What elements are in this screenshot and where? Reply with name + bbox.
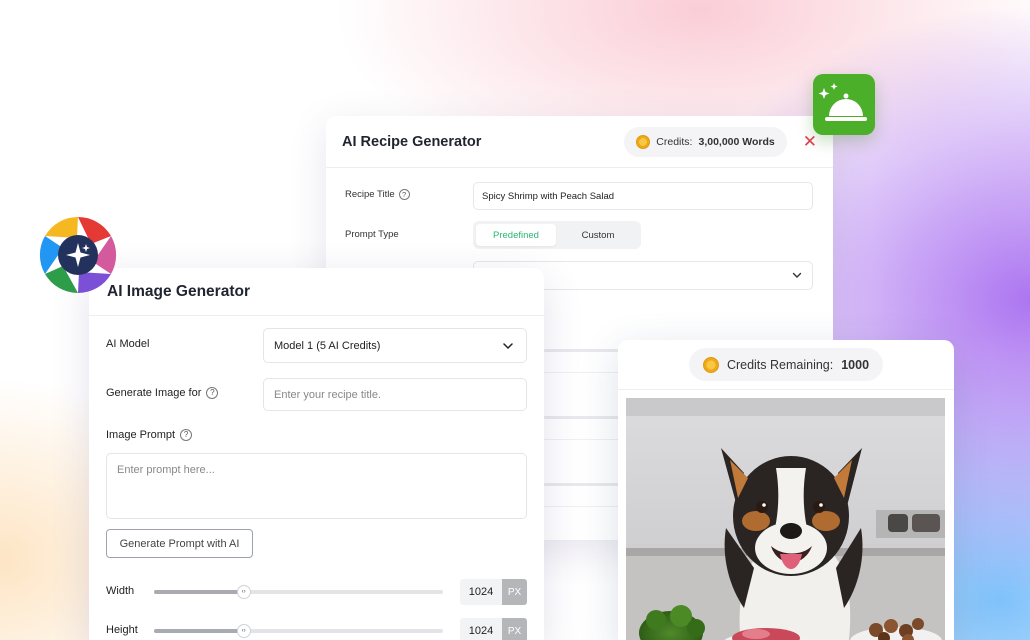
credits-remaining-badge: Credits Remaining: 1000 [688, 348, 884, 381]
recipe-cloche-icon [813, 74, 875, 135]
image-generator-panel: AI Image Generator AI Model Model 1 (5 A… [89, 268, 544, 640]
chevron-down-icon [503, 343, 513, 350]
placeholder-divider [544, 372, 620, 373]
placeholder-divider [544, 506, 620, 507]
prompt-type-label-row: Prompt Type [345, 229, 399, 240]
prompt-type-custom[interactable]: Custom [558, 224, 638, 246]
credits-badge: Credits: 3,00,000 Words [624, 126, 787, 157]
height-slider-handle[interactable]: ‹› [236, 624, 251, 638]
recipe-panel-header: AI Recipe Generator Credits: 3,00,000 Wo… [326, 116, 833, 168]
aperture-logo-icon [39, 216, 117, 294]
cloche-icon [818, 83, 867, 121]
generate-prompt-button[interactable]: Generate Prompt with AI [106, 529, 253, 558]
height-slider-fill [154, 629, 244, 633]
coin-icon [636, 134, 651, 149]
image-panel-header: AI Image Generator [89, 268, 544, 316]
close-icon[interactable]: ✕ [803, 133, 817, 150]
image-panel-title: AI Image Generator [107, 282, 250, 300]
placeholder-line [544, 483, 620, 486]
height-unit: PX [502, 618, 527, 640]
placeholder-line [544, 416, 620, 419]
help-icon[interactable]: ? [180, 429, 193, 441]
recipe-title-label-row: Recipe Title ? [345, 189, 410, 200]
recipe-title-value: Spicy Shrimp with Peach Salad [482, 190, 615, 202]
prompt-type-toggle: Predefined Custom [473, 221, 641, 249]
height-slider[interactable]: ‹› [154, 624, 443, 638]
placeholder-divider [544, 439, 620, 440]
credits-remaining-label: Credits Remaining: [726, 357, 834, 372]
image-prompt-label: Image Prompt [106, 429, 176, 441]
ai-model-label: AI Model [106, 338, 150, 350]
recipe-title-label: Recipe Title [345, 189, 395, 200]
credits-label: Credits: [656, 135, 693, 148]
generate-for-label: Generate Image for [106, 387, 202, 399]
recipe-panel-title: AI Recipe Generator [342, 133, 482, 150]
image-prompt-label-row: Image Prompt ? [106, 429, 193, 441]
image-panel-credits-header: Credits Remaining: 1000 [618, 340, 954, 390]
credits-remaining-value: 1000 [841, 357, 870, 372]
prompt-type-predefined[interactable]: Predefined [476, 224, 556, 246]
height-value[interactable]: 1024 [460, 618, 502, 640]
ai-model-value: Model 1 (5 AI Credits) [274, 339, 381, 352]
height-slider-row: Height ‹› 1024 PX [106, 618, 527, 640]
ai-model-select[interactable]: Model 1 (5 AI Credits) [263, 328, 527, 363]
help-icon[interactable]: ? [398, 189, 410, 200]
credits-value: 3,00,000 Words [698, 135, 775, 148]
width-slider[interactable]: ‹› [154, 585, 443, 599]
coin-icon [702, 356, 719, 373]
width-slider-handle[interactable]: ‹› [236, 585, 251, 599]
width-value[interactable]: 1024 [460, 579, 502, 605]
ai-model-label-row: AI Model [106, 338, 149, 350]
height-label: Height [106, 624, 138, 636]
help-icon[interactable]: ? [206, 387, 219, 399]
width-slider-row: Width ‹› 1024 PX [106, 579, 527, 605]
generate-for-label-row: Generate Image for ? [106, 387, 219, 399]
recipe-title-field[interactable]: Spicy Shrimp with Peach Salad [473, 182, 813, 210]
placeholder-line [544, 349, 620, 352]
image-prompt-textarea[interactable] [106, 453, 527, 519]
width-label: Width [106, 585, 135, 597]
width-slider-fill [154, 590, 244, 594]
generated-dog-image [626, 398, 945, 640]
prompt-type-label: Prompt Type [345, 229, 399, 240]
recipe-title-input[interactable] [263, 378, 527, 411]
chevron-down-icon [792, 272, 802, 278]
generated-image-panel: Credits Remaining: 1000 [618, 340, 954, 640]
width-unit: PX [502, 579, 527, 605]
